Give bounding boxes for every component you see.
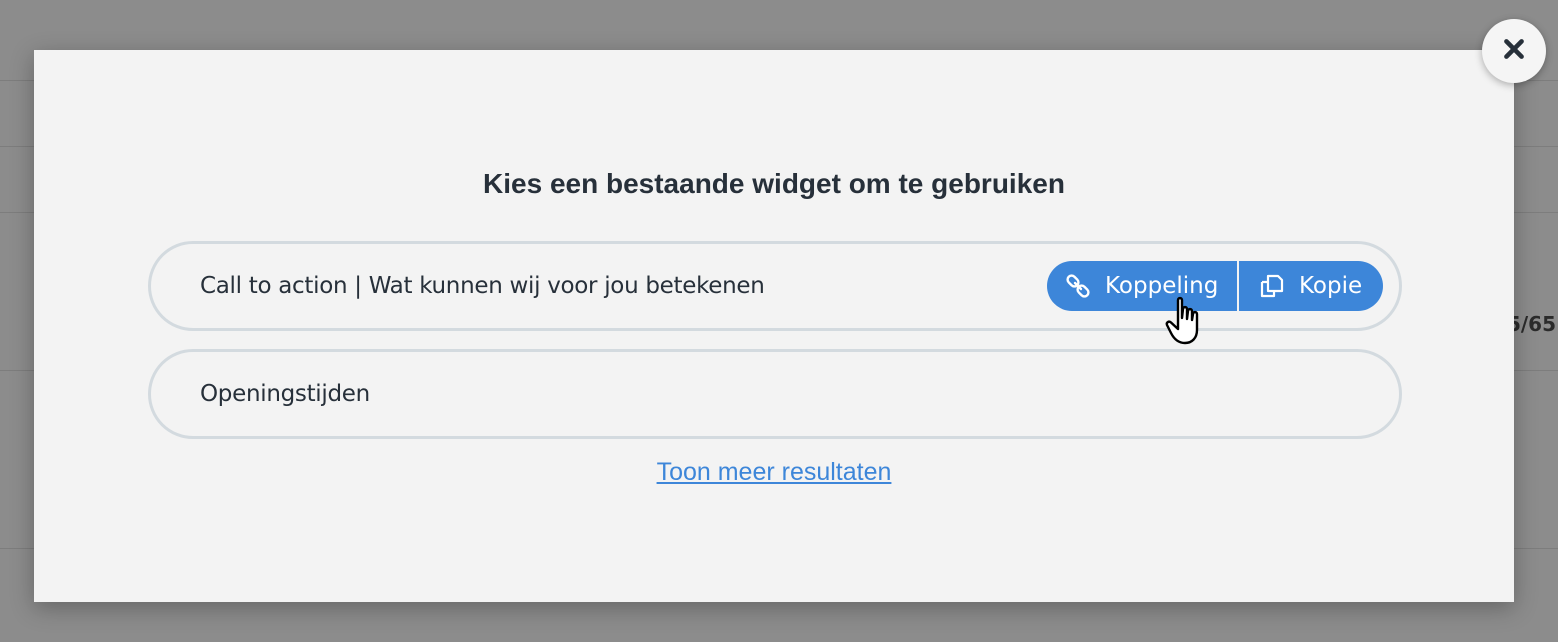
widget-row-call-to-action[interactable]: Call to action | Wat kunnen wij voor jou… xyxy=(148,241,1402,331)
widget-action-group: Koppeling Kopie xyxy=(1047,261,1383,311)
widget-row-label: Openingstijden xyxy=(200,381,370,407)
widget-picker-modal: Kies een bestaande widget om te gebruike… xyxy=(34,50,1514,602)
close-icon xyxy=(1501,36,1527,66)
link-button[interactable]: Koppeling xyxy=(1047,261,1237,311)
modal-title: Kies een bestaande widget om te gebruike… xyxy=(483,168,1065,199)
copy-button[interactable]: Kopie xyxy=(1239,261,1383,311)
close-modal-button[interactable] xyxy=(1482,19,1546,83)
link-icon xyxy=(1065,273,1091,299)
widget-row-openingstijden[interactable]: Openingstijden xyxy=(148,349,1402,439)
show-more-results-link[interactable]: Toon meer resultaten xyxy=(34,458,1514,487)
link-button-label: Koppeling xyxy=(1105,273,1219,299)
copy-button-label: Kopie xyxy=(1299,273,1363,299)
background-count-text: 5/65 xyxy=(1506,312,1556,336)
copy-icon xyxy=(1259,273,1285,299)
widget-row-label: Call to action | Wat kunnen wij voor jou… xyxy=(200,273,765,299)
